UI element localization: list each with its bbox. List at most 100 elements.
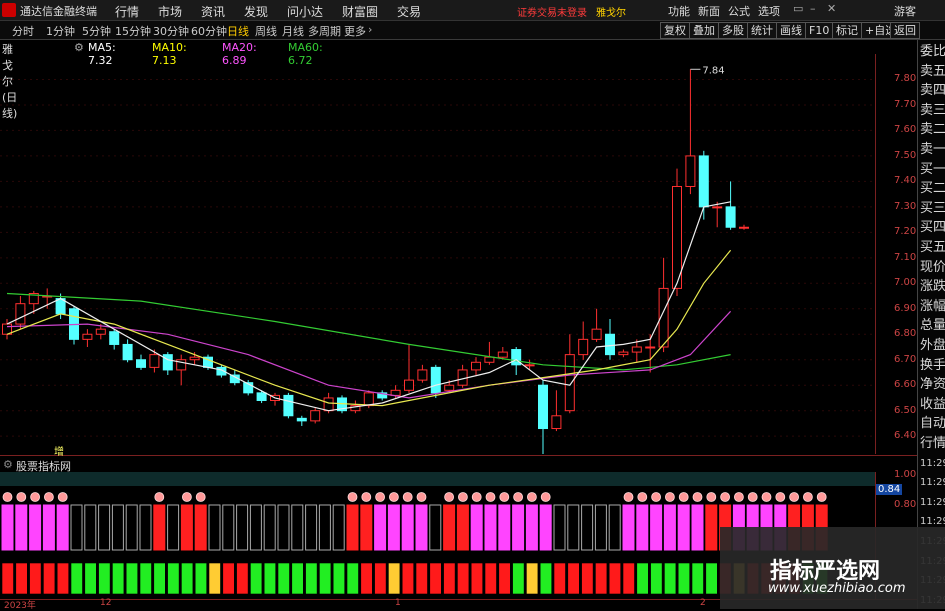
tf-weekly[interactable]: 周线 [255,23,277,39]
settings-gear-icon[interactable]: ⚙ [74,41,84,54]
indicator-settings-icon[interactable]: ⚙ [3,458,13,471]
side-panel-item[interactable]: 卖二 [920,122,945,137]
price-tick-label: 7.60 [894,124,917,136]
side-panel-item[interactable]: 买二 [920,181,945,196]
signal-dot [16,492,27,502]
menu-market[interactable]: 市场 [158,3,182,20]
side-panel-item[interactable]: 行情 [920,436,945,451]
side-panel-item[interactable]: 11:29 [920,475,945,490]
signal-dot [30,492,40,502]
candlestick-chart[interactable]: 7.846.30 [0,54,875,454]
indicator-bar [153,504,166,551]
side-panel-item[interactable]: 收益 [920,397,945,412]
price-tick-label: 6.40 [894,430,917,442]
close-icon[interactable]: ✕ [827,2,836,15]
side-panel-item[interactable]: 委比 [920,44,945,59]
indicator-bar [70,504,83,551]
side-panel-item[interactable]: 卖五 [920,64,945,79]
tf-monthly[interactable]: 月线 [282,23,304,39]
menu-options[interactable]: 选项 [758,3,780,19]
signal-dot [57,492,68,502]
indicator-bar [677,504,690,551]
overlay-button[interactable]: 叠加 [689,22,719,39]
lower-signal-bar [526,562,539,595]
tf-60min[interactable]: 60分钟 [191,23,227,39]
more-chevron-icon[interactable]: › [368,23,372,36]
lower-signal-bar [415,562,428,595]
signal-dot [361,492,372,502]
side-panel-item[interactable]: 卖三 [920,103,945,118]
menu-news[interactable]: 资讯 [201,3,225,20]
multi-stock-button[interactable]: 多股 [718,22,748,39]
indicator-bar [111,504,124,551]
menu-wealth[interactable]: 财富圈 [342,3,378,20]
side-panel-item[interactable]: 涨跌 [920,279,945,294]
side-panel-item[interactable]: 外盘 [920,338,945,353]
side-panel-item[interactable]: 买三 [920,201,945,216]
candle-body [390,389,401,396]
side-panel-item[interactable]: 买五 [920,240,945,255]
indicator-bar [608,504,621,551]
menu-quotes[interactable]: 行情 [115,3,139,20]
f10-button[interactable]: F10 [805,22,834,39]
date-label-feb: 2 [700,598,706,608]
signal-dot [444,492,455,502]
tf-30min[interactable]: 30分钟 [153,23,189,39]
draw-button[interactable]: 画线 [776,22,806,39]
side-panel-item[interactable]: 买四 [920,220,945,235]
signal-dot [775,492,786,502]
stats-button[interactable]: 统计 [747,22,777,39]
tf-1min[interactable]: 1分钟 [46,23,75,39]
lower-signal-bar [15,562,28,595]
signal-dot [416,492,427,502]
tf-more[interactable]: 更多 [344,23,366,39]
lower-signal-bar [608,562,622,595]
menu-ask[interactable]: 问小达 [287,3,323,20]
tf-5min[interactable]: 5分钟 [82,23,111,39]
price-tick-label: 6.90 [894,302,917,314]
tf-daily[interactable]: 日线 [227,23,249,39]
indicator-bar [456,504,469,551]
side-panel-item[interactable]: 总量 [920,318,945,333]
app-title: 通达信金融终端 [20,5,97,18]
menu-trade[interactable]: 交易 [397,3,421,20]
minimize-icon[interactable]: – [810,2,816,15]
side-panel-item[interactable]: 买一 [920,162,945,177]
ind-tick-top: 1.00 [894,469,917,480]
side-panel-item[interactable]: 11:29 [920,495,945,510]
menu-layout[interactable]: 新面 [698,3,720,19]
side-panel-item[interactable]: 自动 [920,416,945,431]
side-panel-item[interactable]: 卖一 [920,142,945,157]
lower-signal-bar [43,562,56,595]
lower-signal-bar [236,562,249,595]
menu-function[interactable]: 功能 [668,3,690,19]
side-panel-item[interactable]: 现价 [920,260,945,275]
tf-15min[interactable]: 15分钟 [115,23,151,39]
side-panel-item[interactable]: 涨幅 [920,299,945,314]
lower-signal-bar [167,562,180,595]
restore-icon[interactable]: ▭ [793,2,803,15]
menu-formula[interactable]: 公式 [728,3,750,19]
tf-multi[interactable]: 多周期 [308,23,341,39]
menu-discover[interactable]: 发现 [244,3,268,20]
login-status[interactable]: 证券交易未登录 [517,4,587,19]
lower-signal-bar [139,562,152,595]
tf-intraday[interactable]: 分时 [12,23,34,39]
indicator-bar [263,504,276,551]
price-tick-label: 7.20 [894,226,917,238]
adjust-button[interactable]: 复权 [660,22,690,39]
guest-label[interactable]: 游客 [894,3,916,19]
indicator-bar [208,504,221,551]
mark-button[interactable]: 标记 [832,22,862,39]
back-button[interactable]: 返回 [890,22,920,39]
candle-body [136,359,146,368]
side-panel-item[interactable]: 净资 [920,377,945,392]
lower-signal-bar [84,562,97,595]
side-panel-item[interactable]: 换手 [920,358,945,373]
stock-name-title: 雅戈尔 [596,8,626,19]
candle-body [82,333,93,340]
side-panel-item[interactable]: 卖四 [920,83,945,98]
candle-body [296,417,307,422]
side-panel-item[interactable]: 11:29 [920,456,945,471]
lower-signal-bar [98,562,111,595]
